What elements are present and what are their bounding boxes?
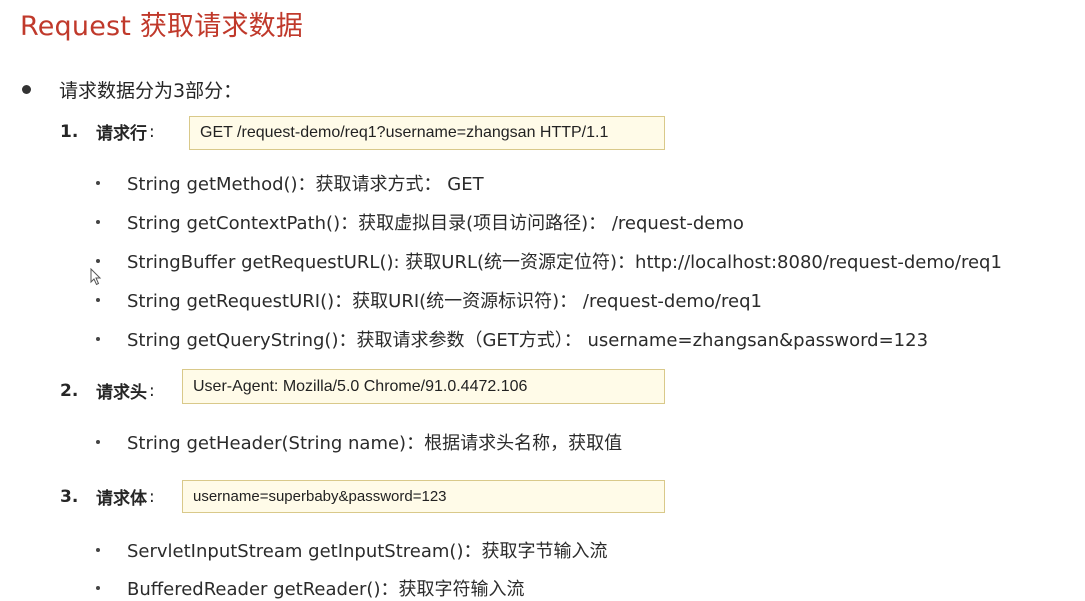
list-item-text: String getRequestURI()：获取URI(统一资源标识符)： /… bbox=[127, 291, 762, 312]
list-item-text: String getQueryString()：获取请求参数（GET方式）： u… bbox=[127, 330, 929, 351]
bullet-dot-icon bbox=[96, 440, 100, 444]
intro-bullet: 请求数据分为3部分： bbox=[22, 76, 242, 103]
section-label: 请求体 bbox=[96, 489, 147, 509]
section-label: 请求行 bbox=[96, 124, 147, 144]
list-item: StringBuffer getRequestURL(): 获取URL(统一资源… bbox=[96, 248, 1002, 274]
list-item: String getContextPath()：获取虚拟目录(项目访问路径)： … bbox=[96, 209, 744, 235]
section-request-line: 1. 请求行 : bbox=[60, 119, 155, 145]
mouse-cursor-icon bbox=[90, 268, 102, 286]
list-item-text: StringBuffer getRequestURL(): 获取URL(统一资源… bbox=[127, 252, 1002, 273]
request-line-example-box: GET /request-demo/req1?username=zhangsan… bbox=[189, 116, 665, 150]
bullet-dot-icon bbox=[22, 85, 31, 94]
section-request-body: 3. 请求体 : bbox=[60, 484, 155, 510]
list-item-text: ServletInputStream getInputStream()：获取字节… bbox=[127, 541, 608, 562]
section-number: 1. bbox=[60, 121, 79, 142]
list-item: String getMethod()：获取请求方式： GET bbox=[96, 170, 484, 196]
section-label: 请求头 bbox=[96, 383, 147, 403]
list-item: String getHeader(String name)：根据请求头名称，获取… bbox=[96, 429, 622, 455]
list-item-text: String getContextPath()：获取虚拟目录(项目访问路径)： … bbox=[127, 213, 744, 234]
section-colon: : bbox=[149, 380, 155, 401]
section-colon: : bbox=[149, 486, 155, 507]
bullet-dot-icon bbox=[96, 298, 100, 302]
list-item-text: String getHeader(String name)：根据请求头名称，获取… bbox=[127, 433, 623, 454]
section-request-header: 2. 请求头 : bbox=[60, 378, 155, 404]
bullet-dot-icon bbox=[96, 220, 100, 224]
bullet-dot-icon bbox=[96, 337, 100, 341]
slide-title: Request 获取请求数据 bbox=[20, 11, 304, 42]
request-header-example-box: User-Agent: Mozilla/5.0 Chrome/91.0.4472… bbox=[182, 369, 665, 404]
bullet-dot-icon bbox=[96, 259, 100, 263]
list-item-text: BufferedReader getReader()：获取字符输入流 bbox=[127, 579, 525, 600]
section-number: 2. bbox=[60, 380, 79, 401]
list-item: BufferedReader getReader()：获取字符输入流 bbox=[96, 575, 524, 601]
bullet-dot-icon bbox=[96, 586, 100, 590]
list-item-text: String getMethod()：获取请求方式： GET bbox=[127, 174, 484, 195]
bullet-dot-icon bbox=[96, 548, 100, 552]
bullet-dot-icon bbox=[96, 181, 100, 185]
section-number: 3. bbox=[60, 486, 79, 507]
list-item: String getRequestURI()：获取URI(统一资源标识符)： /… bbox=[96, 287, 762, 313]
section-colon: : bbox=[149, 121, 155, 142]
list-item: ServletInputStream getInputStream()：获取字节… bbox=[96, 537, 607, 563]
intro-text: 请求数据分为3部分： bbox=[59, 80, 243, 102]
request-body-example-box: username=superbaby&password=123 bbox=[182, 480, 665, 513]
list-item: String getQueryString()：获取请求参数（GET方式）： u… bbox=[96, 326, 928, 352]
